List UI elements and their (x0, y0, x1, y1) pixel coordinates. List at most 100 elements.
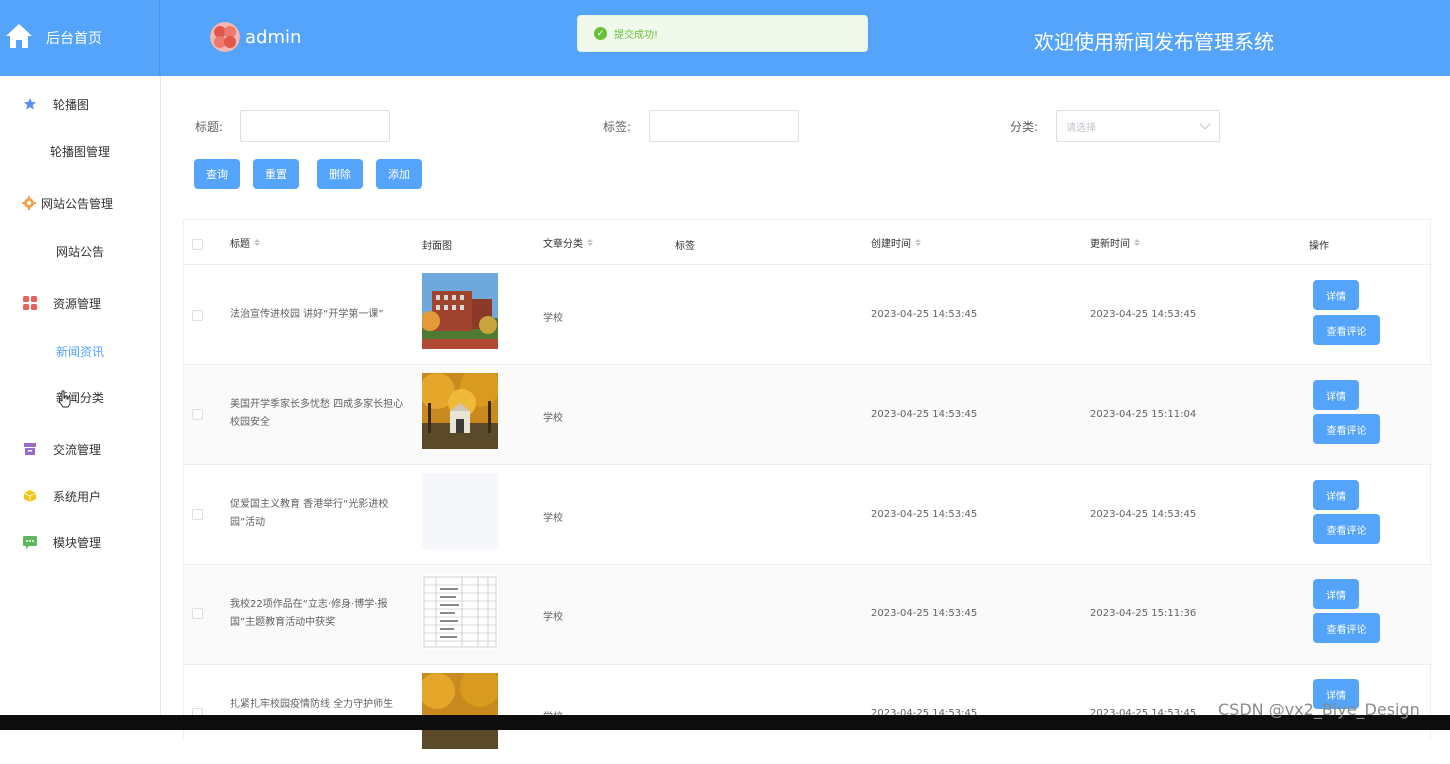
title-input[interactable] (240, 110, 390, 142)
row-created: 2023-04-25 14:53:45 (871, 409, 978, 420)
archive-icon (23, 442, 37, 456)
sidebar-item-news[interactable]: 新闻资讯 (0, 343, 160, 360)
main-content: 标题: 标签: 分类: 请选择 查询 重置 删除 添加 标题 封面图 文章分类 … (161, 76, 1450, 749)
tag-filter-label: 标签: (603, 120, 632, 134)
sidebar-item-announcements[interactable]: 网站公告 (0, 243, 160, 260)
chevron-down-icon (1199, 118, 1211, 130)
sidebar-group-label: 模块管理 (53, 535, 102, 550)
sidebar-group-communication[interactable]: 交流管理 (0, 439, 160, 459)
sort-icon[interactable] (1134, 239, 1140, 246)
row-checkbox[interactable] (192, 409, 203, 420)
sidebar-group-label: 轮播图 (53, 97, 90, 112)
sidebar-group-modules[interactable]: 模块管理 (0, 532, 160, 552)
row-title: 法治宣传进校园 讲好“开学第一课” (230, 309, 384, 320)
row-category: 学校 (543, 612, 563, 623)
col-header-tags: 标签 (675, 241, 695, 252)
table-row: 我校22项作品在“立志·修身·博学·报国”主题教育活动中获奖 学校 2023-0… (184, 564, 1432, 664)
sidebar-group-label: 网站公告管理 (41, 196, 114, 211)
row-title: 促爱国主义教育 香港举行“光影进校园”活动 (230, 499, 389, 528)
col-header-title[interactable]: 标题 (230, 235, 260, 250)
col-header-created[interactable]: 创建时间 (871, 235, 921, 250)
tag-input[interactable] (649, 110, 799, 142)
row-created: 2023-04-25 14:53:45 (871, 309, 978, 320)
row-title: 扎紧扎牢校园疫情防线 全力守护师生 (230, 699, 394, 710)
sort-icon[interactable] (915, 239, 921, 246)
row-title: 美国开学季家长多忧愁 四成多家长担心校园安全 (230, 399, 404, 428)
delete-button[interactable]: 删除 (317, 159, 363, 189)
grid-icon (23, 296, 37, 310)
sidebar: 轮播图 轮播图管理 网站公告管理 网站公告 资源管理 新闻资讯 新闻分类 交流管… (0, 76, 161, 730)
row-title: 我校22项作品在“立志·修身·博学·报国”主题教育活动中获奖 (230, 599, 388, 628)
check-circle-icon: ✓ (594, 27, 607, 40)
row-updated: 2023-04-25 14:53:45 (1090, 309, 1197, 320)
admin-name: admin (245, 26, 302, 48)
sort-icon[interactable] (254, 239, 260, 246)
row-created: 2023-04-25 14:53:45 (871, 509, 978, 520)
row-category: 学校 (543, 413, 563, 424)
hand-cursor-icon (58, 390, 72, 412)
cube-icon (23, 489, 37, 503)
view-comments-button[interactable]: 查看评论 (1313, 414, 1380, 444)
welcome-title: 欢迎使用新闻发布管理系统 (1034, 30, 1274, 54)
success-toast: ✓ 提交成功! (577, 15, 868, 52)
row-checkbox[interactable] (192, 509, 203, 520)
detail-button[interactable]: 详情 (1313, 280, 1359, 310)
cover-image[interactable] (422, 673, 498, 749)
category-placeholder: 请选择 (1066, 122, 1096, 134)
detail-button[interactable]: 详情 (1313, 480, 1359, 510)
sort-icon[interactable] (587, 239, 593, 246)
sidebar-group-system-users[interactable]: 系统用户 (0, 486, 160, 506)
sidebar-group-label: 系统用户 (53, 489, 102, 504)
gear-icon (22, 196, 36, 210)
row-category: 学校 (543, 313, 563, 324)
sidebar-group-label: 资源管理 (53, 296, 102, 311)
cover-image[interactable] (422, 273, 498, 349)
row-category: 学校 (543, 513, 563, 524)
table-row: 美国开学季家长多忧愁 四成多家长担心校园安全 学校 2023-04-25 14:… (184, 364, 1432, 464)
view-comments-button[interactable]: 查看评论 (1313, 613, 1380, 643)
row-updated: 2023-04-25 15:11:04 (1090, 409, 1197, 420)
col-header-cover: 封面图 (422, 241, 452, 252)
home-link[interactable]: 后台首页 (0, 0, 160, 76)
add-button[interactable]: 添加 (376, 159, 422, 189)
sidebar-group-label: 交流管理 (53, 442, 102, 457)
row-created: 2023-04-25 14:53:45 (871, 608, 978, 619)
category-select[interactable]: 请选择 (1056, 110, 1220, 142)
sidebar-group-announcements[interactable]: 网站公告管理 (0, 193, 160, 213)
select-all-checkbox[interactable] (192, 239, 203, 250)
category-filter-label: 分类: (1010, 120, 1039, 134)
user-menu[interactable]: admin (210, 22, 301, 52)
watermark: CSDN @vx2_Biye_Design (1218, 700, 1420, 719)
row-updated: 2023-04-25 15:11:36 (1090, 608, 1197, 619)
table-row: 促爱国主义教育 香港举行“光影进校园”活动 学校 2023-04-25 14:5… (184, 464, 1432, 564)
news-table: 标题 封面图 文章分类 标签 创建时间 更新时间 操作 法治宣传进校园 讲好“开… (183, 219, 1432, 749)
row-checkbox[interactable] (192, 608, 203, 619)
cover-image[interactable] (422, 373, 498, 449)
home-icon (4, 21, 34, 55)
table-row: 法治宣传进校园 讲好“开学第一课” 学校 2023-04-25 14:53:45… (184, 264, 1432, 364)
toast-message: 提交成功! (614, 30, 659, 41)
star-icon (23, 97, 37, 111)
cover-image[interactable] (422, 573, 498, 649)
title-filter-label: 标题: (195, 120, 224, 134)
row-checkbox[interactable] (192, 310, 203, 321)
sidebar-item-news-category[interactable]: 新闻分类 (0, 389, 160, 406)
row-updated: 2023-04-25 14:53:45 (1090, 509, 1197, 520)
reset-button[interactable]: 重置 (253, 159, 299, 189)
view-comments-button[interactable]: 查看评论 (1313, 315, 1380, 345)
sidebar-group-resources[interactable]: 资源管理 (0, 293, 160, 313)
avatar (210, 22, 240, 52)
top-header: 后台首页 admin 欢迎使用新闻发布管理系统 ✓ 提交成功! (0, 0, 1450, 76)
sidebar-item-carousel-manage[interactable]: 轮播图管理 (0, 143, 160, 160)
home-label: 后台首页 (46, 31, 102, 47)
query-button[interactable]: 查询 (194, 159, 240, 189)
sidebar-group-carousel[interactable]: 轮播图 (0, 94, 160, 114)
chat-icon (23, 535, 37, 549)
cover-image-placeholder[interactable] (422, 473, 498, 549)
view-comments-button[interactable]: 查看评论 (1313, 514, 1380, 544)
detail-button[interactable]: 详情 (1313, 380, 1359, 410)
detail-button[interactable]: 详情 (1313, 579, 1359, 609)
col-header-category[interactable]: 文章分类 (543, 235, 593, 250)
col-header-updated[interactable]: 更新时间 (1090, 235, 1140, 250)
col-header-ops: 操作 (1309, 241, 1329, 252)
